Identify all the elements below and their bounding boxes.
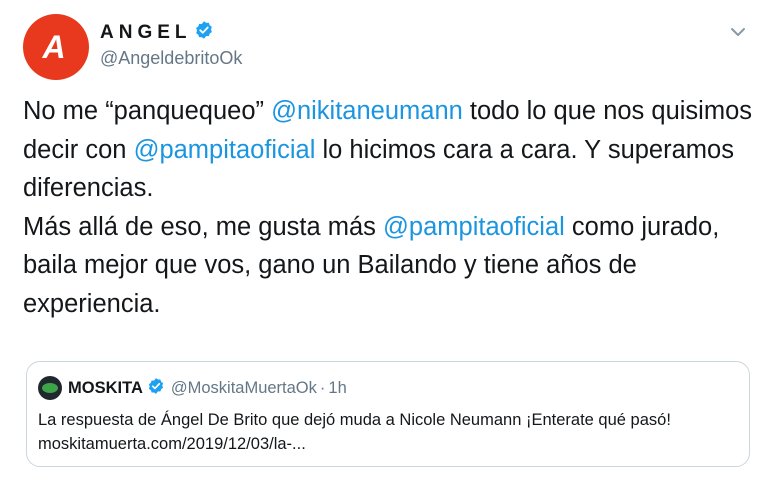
quoted-tweet-text: La respuesta de Ángel De Brito que dejó …	[38, 411, 671, 453]
avatar-logo-letter: A	[42, 29, 66, 65]
quoted-author-avatar[interactable]	[38, 376, 62, 400]
author-avatar[interactable]: A	[23, 14, 89, 80]
text-segment: Más allá de eso, me gusta más	[23, 212, 384, 241]
mention-link[interactable]: @nikitaneumann	[271, 97, 463, 125]
verified-badge-icon	[147, 377, 165, 400]
mention-link[interactable]: @pampitaoficial	[383, 213, 565, 241]
tweet-paragraph-1: No me “panquequeo” @nikitaneumann todo l…	[23, 92, 753, 208]
tweet-paragraph-2: Más allá de eso, me gusta más @pampitaof…	[23, 208, 753, 324]
quoted-tweet-header: MOSKITA @MoskitaMuertaOk · 1h	[38, 376, 347, 400]
verified-badge-icon	[194, 20, 214, 46]
quoted-timestamp[interactable]: 1h	[328, 379, 346, 398]
mention-link[interactable]: @pampitaoficial	[134, 136, 316, 164]
author-name-text: ANGEL	[100, 22, 192, 43]
author-handle[interactable]: @AngeldebritoOk	[100, 48, 242, 69]
tweet-card: A ANGEL @AngeldebritoOk No me “panqueque…	[0, 0, 767, 495]
quoted-tweet-card[interactable]: MOSKITA @MoskitaMuertaOk · 1h La respues…	[26, 361, 750, 467]
chevron-down-icon[interactable]	[727, 24, 749, 40]
text-segment: No me “panquequeo”	[23, 97, 272, 125]
separator-dot: ·	[319, 378, 326, 397]
author-display-name[interactable]: ANGEL	[100, 20, 214, 46]
tweet-text: No me “panquequeo” @nikitaneumann todo l…	[23, 92, 753, 323]
quoted-author-name[interactable]: MOSKITA	[68, 379, 143, 398]
quoted-author-handle[interactable]: @MoskitaMuertaOk	[171, 379, 317, 398]
